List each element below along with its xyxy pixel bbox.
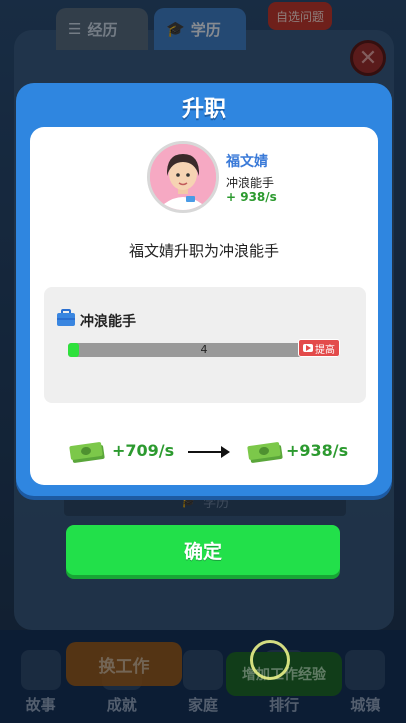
- sparkle-effect: [250, 640, 290, 680]
- job-card: 冲浪能手 4 提高: [44, 287, 366, 403]
- money-stack-icon: [69, 442, 105, 463]
- income-comparison: +709/s +938/s: [30, 437, 378, 467]
- character-name: 福文婧: [226, 154, 268, 170]
- character-portrait-icon: [150, 144, 216, 210]
- avatar: [147, 141, 219, 213]
- arrow-right-icon: [188, 446, 230, 458]
- character-job: 冲浪能手: [226, 176, 275, 190]
- video-play-icon: [303, 344, 313, 352]
- income-old: +709/s: [112, 441, 175, 460]
- promotion-text: 福文婧升职为冲浪能手: [128, 242, 279, 260]
- job-card-title: 冲浪能手: [80, 314, 136, 330]
- modal-title: 升职: [181, 97, 226, 122]
- money-stack-icon: [247, 442, 283, 463]
- modal-body: 福文婧 冲浪能手 + 938/s 福文婧升职为冲浪能手 冲浪能手 4 提高 +7…: [30, 127, 378, 485]
- briefcase-icon: [57, 309, 75, 326]
- income-new: +938/s: [286, 441, 349, 460]
- boost-button[interactable]: 提高: [298, 339, 340, 357]
- confirm-button[interactable]: 确定: [66, 525, 340, 575]
- boost-button-label: 提高: [315, 344, 335, 356]
- character-rate: + 938/s: [226, 190, 277, 204]
- promotion-modal: 升职 福文婧 冲浪能手 + 938/s 福文婧升职为冲浪能手 冲浪能手 4 提高…: [16, 83, 392, 496]
